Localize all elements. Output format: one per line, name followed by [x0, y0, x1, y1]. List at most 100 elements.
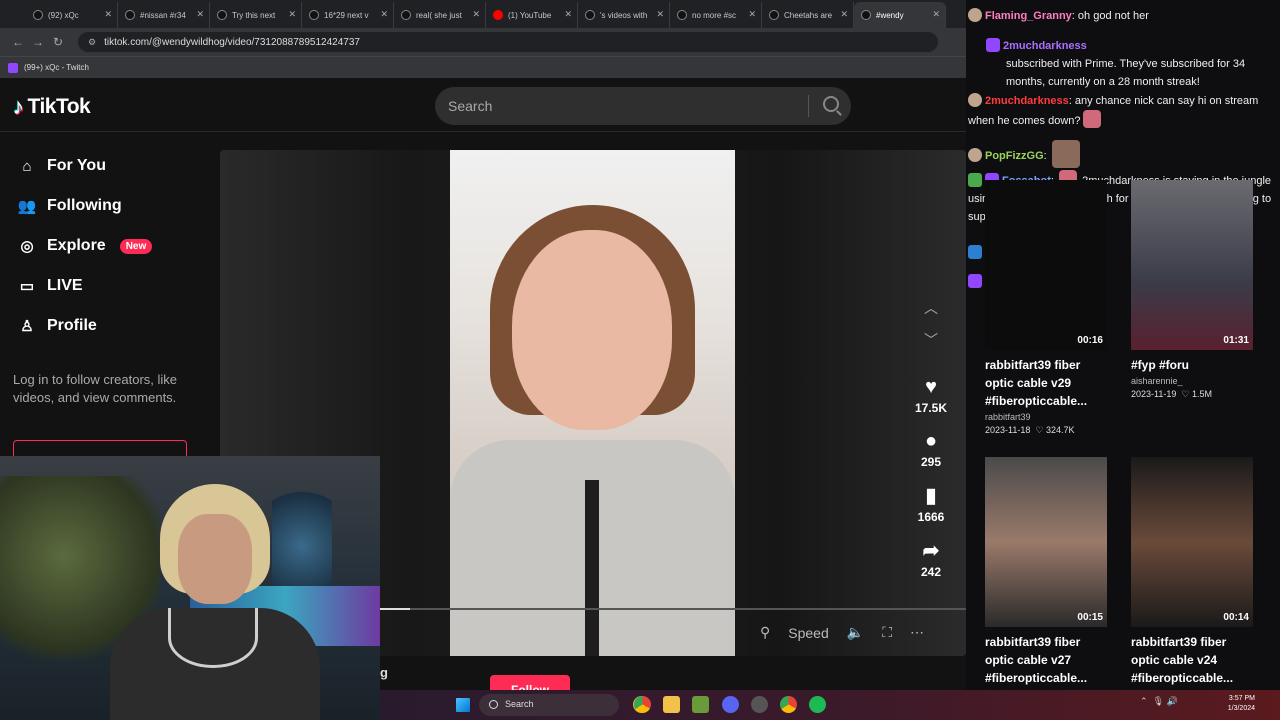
fullscreen-icon[interactable]: ⛶ [882, 624, 892, 641]
minecraft-icon[interactable] [692, 696, 709, 713]
avatar-icon [968, 148, 982, 162]
close-icon[interactable]: ✕ [472, 9, 480, 20]
video-thumbnail[interactable]: 01:31 [1131, 180, 1253, 350]
like-action[interactable]: ♥ 17.5K [910, 376, 952, 415]
sidebar-item-profile[interactable]: ♙ Profile [17, 316, 97, 336]
save-count: 1666 [917, 510, 945, 524]
chevron-down-icon[interactable]: ﹀ [920, 330, 942, 350]
video-likes: 324.7K [1045, 425, 1075, 435]
video-thumbnail[interactable]: 00:14 [1131, 457, 1253, 627]
close-icon[interactable]: ✕ [840, 9, 848, 20]
close-icon[interactable]: ✕ [380, 9, 388, 20]
microphone-icon[interactable]: 🎙 [1153, 696, 1164, 706]
browser-tab[interactable]: Try this next ✕ [210, 2, 302, 28]
reload-icon[interactable]: ↻ [48, 35, 68, 49]
discord-icon[interactable] [722, 696, 739, 713]
close-icon[interactable]: ✕ [104, 9, 112, 20]
suggested-video[interactable]: 00:16 rabbitfart39 fiber optic cable v29… [985, 180, 1107, 436]
video-author[interactable]: aisharennie_ [1131, 376, 1253, 386]
close-icon[interactable]: ✕ [656, 9, 664, 20]
tiktok-logo[interactable]: ♪ TikTok [13, 94, 91, 120]
browser-tab[interactable]: (1) YouTube ✕ [486, 2, 578, 28]
video-title[interactable]: rabbitfart39 fiber optic cable v29 #fibe… [985, 356, 1107, 410]
taskbar-clock[interactable]: 3:57 PM 1/3/2024 [1205, 694, 1255, 714]
chat-message: Flaming_Granny: oh god not her [968, 7, 1278, 25]
steam-icon[interactable] [751, 696, 768, 713]
url-input[interactable]: ⚙ tiktok.com/@wendywildhog/video/7312088… [78, 32, 938, 52]
chrome-icon[interactable] [780, 696, 797, 713]
video-title[interactable]: #fyp #foru [1131, 356, 1253, 374]
screen: (92) xQc ✕ #nissan #r34 ✕ Try this next ✕ 1… [0, 0, 1280, 720]
spotify-icon[interactable] [809, 696, 826, 713]
video-thumbnail[interactable]: 00:16 [985, 180, 1107, 350]
video-author[interactable]: rabbitfart39 [985, 412, 1107, 422]
tab-label: Cheetahs are [784, 10, 833, 20]
suggested-video[interactable]: 00:15 rabbitfart39 fiber optic cable v27… [985, 457, 1107, 687]
browser-tab[interactable]: (92) xQc ✕ [26, 2, 118, 28]
browser-tab[interactable]: #nissan #r34 ✕ [118, 2, 210, 28]
video-title[interactable]: rabbitfart39 fiber optic cable v27 #fibe… [985, 633, 1107, 687]
browser-tab[interactable]: 16*29 next v ✕ [302, 2, 394, 28]
taskbar-search[interactable]: Search [479, 694, 619, 716]
share-action[interactable]: ➦ 242 [910, 540, 952, 579]
video-date: 2023-11-19 [1131, 389, 1177, 399]
sidebar-item-following[interactable]: 👥 Following [17, 196, 122, 216]
youtube-favicon-icon [493, 10, 503, 20]
video-title[interactable]: rabbitfart39 fiber optic cable v24 #fibe… [1131, 633, 1253, 687]
search-placeholder: Search [448, 98, 493, 114]
search-input[interactable]: Search [435, 87, 851, 125]
chat-text: oh god not her [1077, 10, 1149, 22]
site-info-icon[interactable]: ⚙ [88, 37, 96, 48]
save-action[interactable]: ▮ 1666 [910, 485, 952, 524]
sidebar-item-explore[interactable]: ◎ Explore New [17, 236, 153, 256]
speaker-icon[interactable]: 🔊 [1167, 696, 1178, 706]
webcam-streamer [110, 476, 320, 720]
video-progress-bar[interactable] [380, 608, 966, 610]
close-icon[interactable]: ✕ [196, 9, 204, 20]
comment-action[interactable]: ● 295 [910, 430, 952, 469]
video-frame [450, 150, 735, 656]
file-explorer-icon[interactable] [663, 696, 680, 713]
video-thumbnail[interactable]: 00:15 [985, 457, 1107, 627]
browser-tab[interactable]: real( she just ✕ [394, 2, 486, 28]
suggested-video[interactable]: 01:31 #fyp #foru aisharennie_ 2023-11-19… [1131, 180, 1253, 400]
windows-start-icon[interactable] [456, 698, 470, 712]
tab-favicon-icon [769, 10, 779, 20]
pin-icon[interactable]: ⚲ [760, 624, 770, 641]
search-icon[interactable] [823, 96, 839, 112]
chrome-icon[interactable] [634, 696, 651, 713]
chevron-up-icon[interactable]: ⌃ [1140, 696, 1148, 706]
chat-username[interactable]: 2muchdarkness [1003, 40, 1087, 52]
browser-tab[interactable]: no more #sc ✕ [670, 2, 762, 28]
chat-username[interactable]: PopFizzGG [985, 150, 1044, 162]
video-duration: 00:16 [1077, 335, 1103, 346]
live-icon: ▭ [19, 278, 35, 295]
compass-icon: ◎ [20, 238, 34, 255]
heart-icon: ♥ [925, 376, 937, 398]
browser-tab[interactable]: 's videos with ✕ [578, 2, 670, 28]
forward-arrow-icon[interactable]: → [28, 35, 48, 49]
users-icon: 👥 [17, 198, 37, 215]
bookmark-item[interactable]: (99+) xQc - Twitch [24, 63, 89, 72]
close-icon[interactable]: ✕ [748, 9, 756, 20]
share-icon: ➦ [922, 540, 940, 562]
close-icon[interactable]: ✕ [932, 9, 940, 20]
sidebar-item-live[interactable]: ▭ LIVE [17, 276, 83, 296]
chevron-up-icon[interactable]: ︿ [920, 298, 942, 318]
speed-button[interactable]: Speed [788, 625, 828, 641]
suggested-video[interactable]: 00:14 rabbitfart39 fiber optic cable v24… [1131, 457, 1253, 687]
browser-tab[interactable]: Cheetahs are ✕ [762, 2, 854, 28]
system-tray[interactable]: ⌃ 🎙 🔊 [1140, 696, 1178, 707]
close-icon[interactable]: ✕ [288, 9, 296, 20]
tab-label: #nissan #r34 [140, 10, 186, 20]
browser-tab-active[interactable]: #wendy ✕ [854, 2, 946, 28]
sidebar-item-for-you[interactable]: ⌂ For You [17, 156, 106, 176]
back-arrow-icon[interactable]: ← [8, 35, 28, 49]
crown-icon [986, 38, 1000, 52]
close-icon[interactable]: ✕ [564, 9, 572, 20]
chat-username[interactable]: Flaming_Granny [985, 10, 1072, 22]
chat-username[interactable]: 2muchdarkness [985, 95, 1069, 107]
volume-icon[interactable]: 🔈 [847, 624, 864, 641]
more-icon[interactable]: ⋯ [910, 624, 924, 641]
tiktok-note-icon: ♪ [13, 94, 24, 119]
